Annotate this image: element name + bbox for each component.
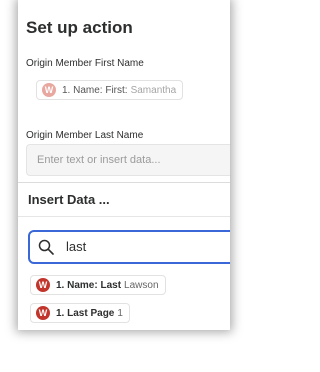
token-step-label: 1. Name: First:	[62, 84, 128, 96]
result-label: 1. Name: Last	[56, 279, 122, 291]
result-label: 1. Last Page	[56, 307, 115, 319]
result-item[interactable]: W 1. Name: Last Lawson	[30, 275, 166, 295]
search-value: last	[66, 239, 87, 254]
app-logo-icon: W	[42, 83, 56, 97]
last-name-input[interactable]: Enter text or insert data...	[26, 144, 230, 176]
result-value: 1	[117, 307, 123, 319]
search-icon	[38, 239, 54, 255]
result-item[interactable]: W 1. Last Page 1	[30, 303, 130, 323]
insert-data-dropdown: Insert Data ... last W 1. Name: Last Law…	[18, 182, 230, 330]
app-logo-icon: W	[36, 278, 50, 292]
token-value: Samantha	[130, 84, 177, 96]
panel-title: Set up action	[26, 18, 133, 37]
app-logo-icon: W	[36, 306, 50, 320]
last-name-label: Origin Member Last Name	[26, 130, 144, 141]
result-value: Lawson	[124, 279, 159, 291]
setup-action-panel: Set up action Origin Member First Name W…	[18, 0, 230, 330]
search-input[interactable]: last	[28, 230, 230, 264]
insert-data-title: Insert Data ...	[28, 192, 110, 207]
first-name-token[interactable]: W 1. Name: First: Samantha	[36, 80, 184, 100]
first-name-label: Origin Member First Name	[26, 58, 144, 69]
divider	[18, 216, 230, 217]
